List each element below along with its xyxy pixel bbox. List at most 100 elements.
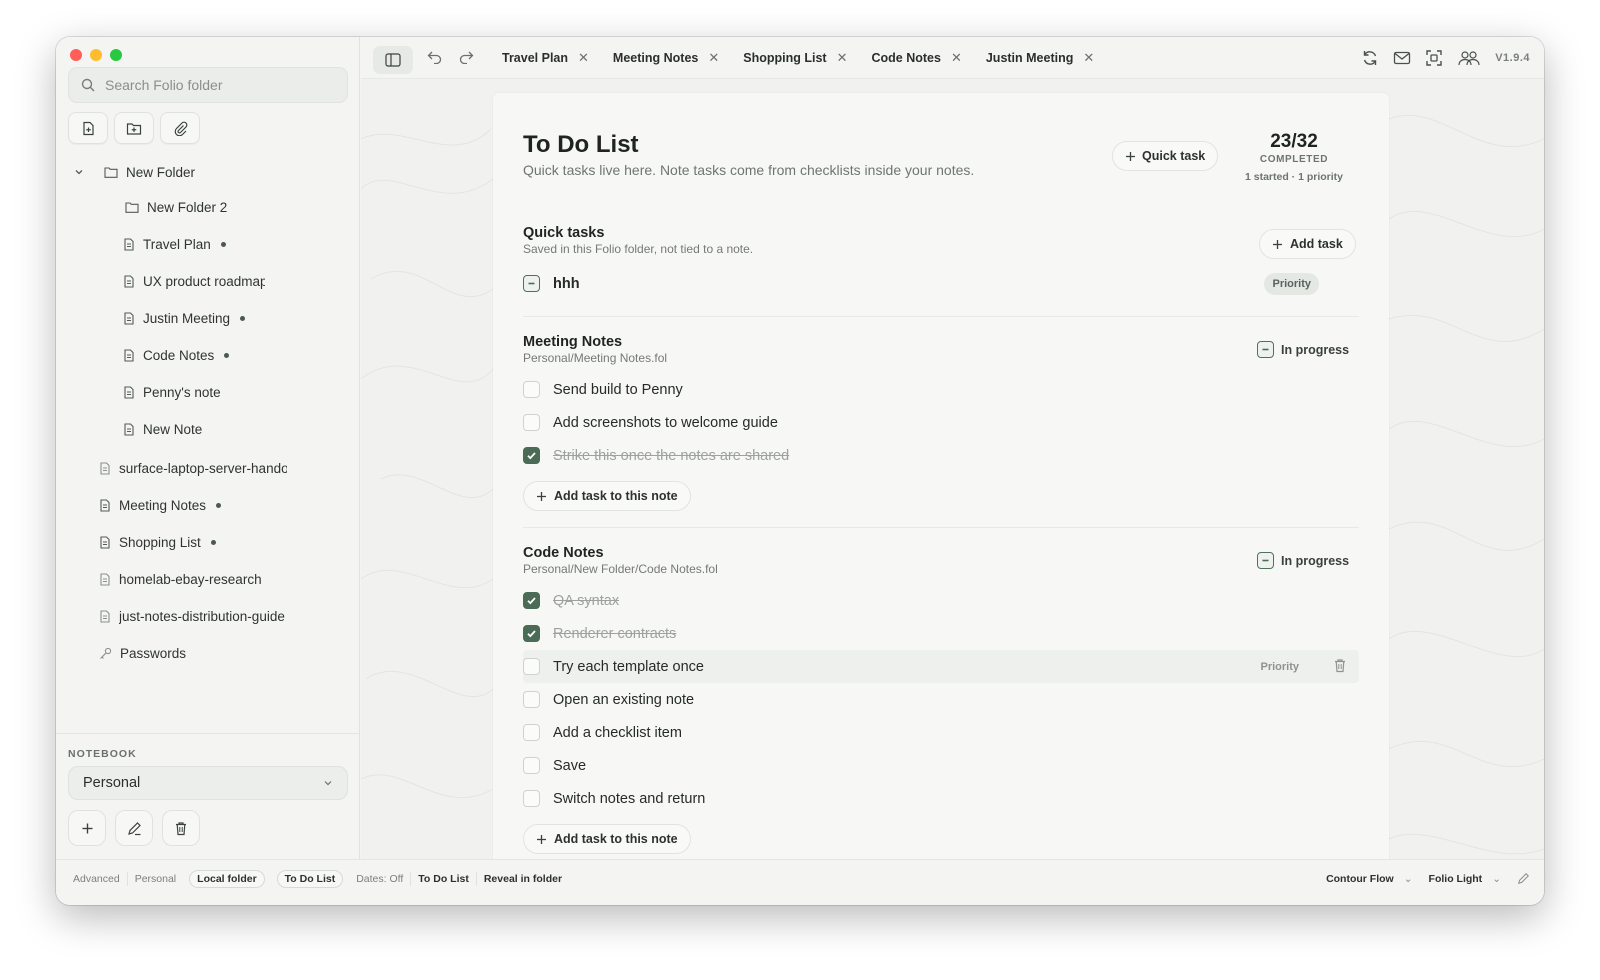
section-path-meeting-notes: Personal/Meeting Notes.fol (523, 351, 668, 365)
task-checkbox[interactable] (523, 724, 540, 741)
tree-item-surface-laptop[interactable]: surface-laptop-server-handoff (99, 456, 287, 480)
checkmark-icon (527, 452, 536, 460)
trash-icon[interactable] (1333, 658, 1347, 673)
tab-label: Meeting Notes (612, 51, 699, 65)
tree-item-label: homelab-ebay-research (119, 571, 262, 587)
collaborators-icon[interactable] (1457, 50, 1481, 66)
tab-label: Shopping List (743, 51, 827, 65)
priority-toggle[interactable]: Priority (1260, 661, 1299, 673)
task-checkbox[interactable] (523, 691, 540, 708)
tree-item-shopping-list[interactable]: Shopping List (99, 530, 216, 554)
tab-shopping-list[interactable]: Shopping List ✕ (743, 50, 847, 66)
task-checkbox[interactable] (523, 381, 540, 398)
plus-icon (1126, 151, 1135, 161)
task-checkbox-checked[interactable] (523, 592, 540, 609)
task-checkbox[interactable] (523, 414, 540, 431)
toggle-sidebar-button[interactable] (373, 46, 413, 74)
add-notebook-button[interactable] (68, 810, 106, 846)
task-row[interactable]: Switch notes and return (523, 782, 1359, 815)
status-current-view[interactable]: To Do List (276, 870, 344, 888)
status-code-notes[interactable]: In progress (1257, 552, 1349, 569)
status-dates[interactable]: Dates: Off (349, 872, 412, 886)
minimize-window-button[interactable] (90, 49, 102, 61)
reveal-in-folder-link[interactable]: Reveal in folder (477, 872, 569, 886)
notebook-label: NOTEBOOK (68, 748, 137, 760)
tab-code-notes[interactable]: Code Notes ✕ (872, 50, 962, 66)
close-tab-icon[interactable]: ✕ (578, 50, 589, 66)
chevron-down-icon: ⌄ (1492, 872, 1501, 885)
new-file-icon (82, 121, 94, 135)
tree-item-homelab[interactable]: homelab-ebay-research (99, 567, 262, 591)
background-style-select[interactable]: Contour Flow (1326, 873, 1394, 885)
task-row-hhh[interactable]: hhh Priority (523, 267, 1359, 300)
delete-notebook-button[interactable] (162, 810, 200, 846)
tree-item-label: surface-laptop-server-handoff (119, 460, 287, 476)
close-tab-icon[interactable]: ✕ (708, 50, 719, 66)
tree-item-label: Passwords (120, 645, 187, 661)
task-row[interactable]: Strike this once the notes are shared (523, 439, 1359, 472)
status-meeting-notes[interactable]: In progress (1257, 341, 1349, 358)
task-row[interactable]: Open an existing note (523, 683, 1359, 716)
tab-justin-meeting[interactable]: Justin Meeting ✕ (986, 50, 1094, 66)
status-checkbox (1257, 341, 1274, 358)
tab-meeting-notes[interactable]: Meeting Notes ✕ (613, 50, 719, 66)
task-row[interactable]: Renderer contracts (523, 617, 1359, 650)
task-checkbox-partial[interactable] (523, 275, 540, 292)
search-input[interactable] (105, 77, 335, 93)
notebook-select[interactable]: Personal (68, 766, 348, 800)
tab-travel-plan[interactable]: Travel Plan ✕ (502, 50, 589, 66)
task-checkbox[interactable] (523, 790, 540, 807)
status-bar-left: Advanced Personal Local folder To Do Lis… (66, 870, 569, 888)
focus-icon[interactable] (1425, 49, 1443, 67)
toolbar-right: V1.9.4 (1361, 49, 1530, 67)
tree-item-new-folder[interactable]: New Folder (74, 160, 195, 184)
tree-item-ux-roadmap[interactable]: UX product roadmap (123, 269, 265, 293)
new-folder-button[interactable] (114, 112, 154, 144)
attach-button[interactable] (160, 112, 200, 144)
task-row[interactable]: Add a checklist item (523, 716, 1359, 749)
add-task-to-note-button[interactable]: Add task to this note (523, 481, 691, 511)
task-row[interactable]: Save (523, 749, 1359, 782)
status-notebook[interactable]: Personal (128, 872, 183, 886)
task-checkbox-checked[interactable] (523, 625, 540, 642)
pencil-icon[interactable] (1517, 872, 1530, 885)
task-row[interactable]: QA syntax (523, 584, 1359, 617)
task-row[interactable]: Send build to Penny (523, 373, 1359, 406)
priority-tag[interactable]: Priority (1264, 272, 1319, 295)
add-quick-task-button[interactable]: Add task (1259, 229, 1356, 259)
task-row-hovered[interactable]: Try each template once Priority (523, 650, 1359, 683)
note-icon (124, 274, 134, 288)
zoom-window-button[interactable] (110, 49, 122, 61)
redo-icon[interactable] (458, 50, 474, 64)
mail-icon[interactable] (1393, 50, 1411, 66)
tree-item-justin-meeting[interactable]: Justin Meeting (123, 306, 246, 330)
close-tab-icon[interactable]: ✕ (1083, 50, 1094, 66)
status-local-folder[interactable]: Local folder (189, 870, 265, 888)
quick-task-button[interactable]: Quick task (1112, 141, 1219, 171)
note-icon (124, 348, 134, 362)
task-checkbox[interactable] (523, 757, 540, 774)
new-note-button[interactable] (68, 112, 108, 144)
undo-icon[interactable] (427, 50, 443, 64)
app-window: New Folder New Folder 2 Travel Plan UX p… (56, 37, 1544, 905)
task-row[interactable]: Add screenshots to welcome guide (523, 406, 1359, 439)
tree-item-meeting-notes[interactable]: Meeting Notes (99, 493, 222, 517)
sync-icon[interactable] (1361, 49, 1379, 67)
tree-item-travel-plan[interactable]: Travel Plan (123, 232, 226, 256)
close-tab-icon[interactable]: ✕ (837, 50, 848, 66)
tree-item-passwords[interactable]: Passwords (99, 641, 186, 665)
tree-item-pennys-note[interactable]: Penny's note (123, 380, 221, 404)
note-icon (124, 422, 134, 436)
edit-notebook-button[interactable] (115, 810, 153, 846)
task-checkbox[interactable] (523, 658, 540, 675)
task-checkbox-checked[interactable] (523, 447, 540, 464)
tree-item-new-note[interactable]: New Note (123, 417, 202, 441)
status-advanced[interactable]: Advanced (66, 872, 128, 886)
tree-item-distribution-guide[interactable]: just-notes-distribution-guide (99, 604, 285, 628)
close-tab-icon[interactable]: ✕ (951, 50, 962, 66)
close-window-button[interactable] (70, 49, 82, 61)
tree-item-code-notes[interactable]: Code Notes (123, 343, 230, 367)
add-task-to-note-button[interactable]: Add task to this note (523, 824, 691, 854)
tree-item-new-folder-2[interactable]: New Folder 2 (125, 195, 227, 219)
theme-select[interactable]: Folio Light (1429, 873, 1483, 885)
